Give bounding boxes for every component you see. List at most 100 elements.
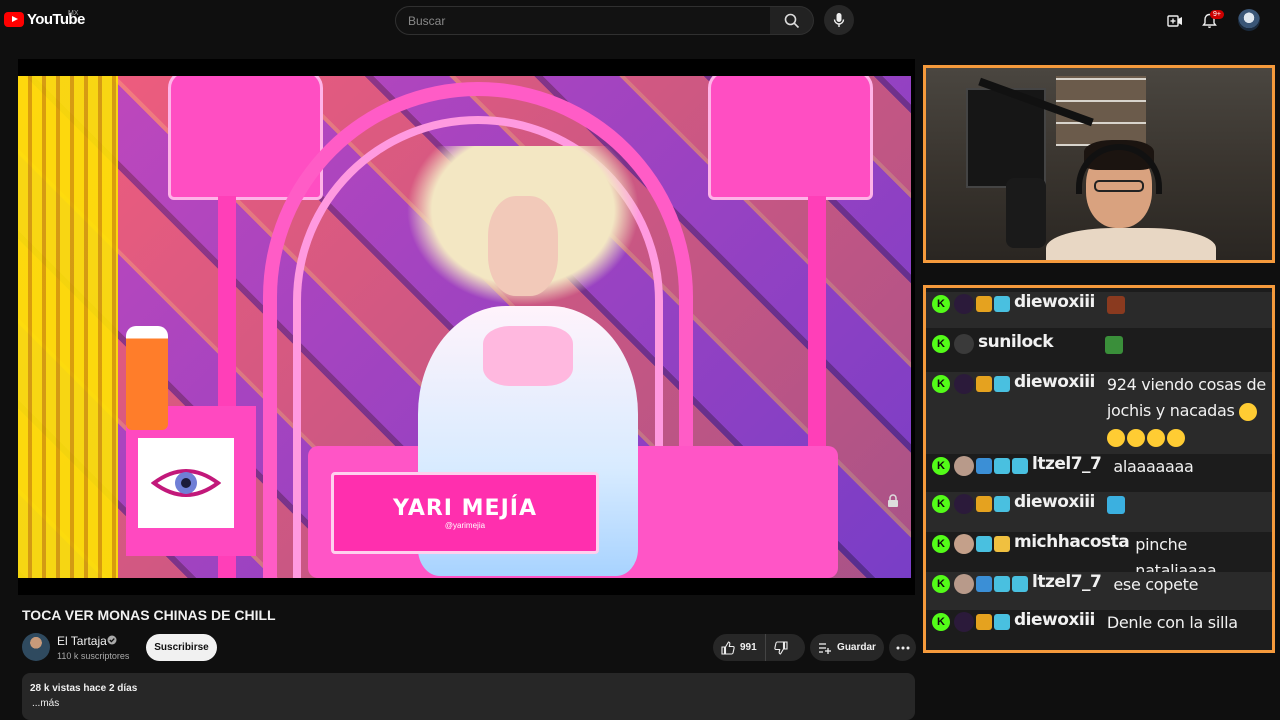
name-overlay: YARI MEJÍA @yarimejia (331, 472, 599, 554)
sub-badge-icon (1012, 576, 1028, 592)
mic-icon (833, 13, 845, 27)
tool-badge-icon (976, 576, 992, 592)
user-badge-icon (954, 456, 974, 476)
like-button[interactable]: 991 (713, 634, 766, 661)
host-bow (483, 326, 573, 386)
views-and-date: 28 k vistas hace 2 días (30, 683, 138, 694)
drink-bottle (126, 326, 168, 430)
host-face (488, 196, 558, 296)
notifications-badge: 9+ (1210, 10, 1224, 19)
emoji-icon (1106, 428, 1125, 447)
chat-message: K diewoxiii (926, 492, 1272, 532)
kick-badge-icon: K (932, 613, 950, 631)
search-input[interactable] (396, 7, 770, 34)
kick-badge-icon: K (932, 495, 950, 513)
user-badge-icon (954, 494, 974, 514)
emote-icon (1106, 296, 1125, 314)
chat-username: michhacosta (1014, 532, 1130, 552)
kick-badge-icon: K (932, 335, 950, 353)
kick-badge-icon: K (932, 535, 950, 553)
chat-text: 924 viendo cosas de jochis y nacadas (1106, 372, 1267, 450)
user-badge-icon (954, 294, 974, 314)
chat-text: ese copete (1113, 575, 1199, 594)
user-badge-icon (954, 612, 974, 632)
chat-message: K diewoxiii (926, 292, 1272, 328)
create-button[interactable] (1164, 10, 1186, 32)
user-badge-icon (954, 534, 974, 554)
channel-name[interactable]: El Tartaja (57, 634, 107, 648)
more-horizontal-icon (896, 646, 909, 649)
user-badge-icon (954, 574, 974, 594)
description-box[interactable]: 28 k vistas hace 2 días ...más (22, 673, 915, 720)
chat-message: K ltzel7_7 ese copete (926, 572, 1272, 610)
chat-text: alaaaaaaa (1113, 457, 1194, 476)
sub-badge-icon (994, 296, 1010, 312)
chat-message: K ltzel7_7 alaaaaaaa (926, 454, 1272, 492)
subscriber-count: 110 k suscriptores (57, 651, 130, 661)
chat-username: diewoxiii (1014, 610, 1095, 630)
sub-badge-icon (1012, 458, 1028, 474)
playlist-add-icon (819, 642, 832, 654)
show-more-link[interactable]: ...más (32, 698, 59, 709)
gift-badge-icon (976, 536, 992, 552)
search-button[interactable] (770, 6, 814, 35)
user-badge-icon (954, 374, 974, 394)
eye-icon (151, 469, 221, 497)
kick-badge-icon: K (932, 295, 950, 313)
save-label: Guardar (837, 642, 876, 653)
emoji-icon (1239, 402, 1258, 421)
top-bar: YouTube MX 9+ (0, 0, 1280, 40)
logo-country-code: MX (68, 10, 79, 17)
user-badge-icon (954, 334, 974, 354)
chat-username: ltzel7_7 (1032, 572, 1102, 592)
chat-overlay: K diewoxiii K sunilock K diewoxiii 924 v… (923, 285, 1275, 653)
chat-username: sunilock (978, 332, 1054, 352)
chat-username: ltzel7_7 (1032, 454, 1102, 474)
subscribe-button[interactable]: Suscribirse (146, 634, 217, 661)
microphone (1006, 178, 1046, 248)
chat-message: K sunilock (926, 332, 1272, 368)
chat-text: Denle con la silla (1106, 613, 1238, 632)
dislike-button[interactable] (766, 634, 796, 661)
thumbs-up-icon (721, 640, 735, 655)
chat-message: K michhacosta pinche nataliaaaa (926, 532, 1272, 580)
chat-message: K diewoxiii Denle con la silla (926, 610, 1272, 650)
emote-icon (1105, 336, 1124, 354)
emoji-icon (1126, 428, 1145, 447)
sub-badge-icon (994, 614, 1010, 630)
eye-panel (138, 438, 234, 528)
search-icon (784, 13, 799, 28)
like-dislike-group: 991 (713, 634, 805, 661)
tool-badge-icon (976, 458, 992, 474)
crown-badge-icon (976, 296, 992, 312)
chat-username: diewoxiii (1014, 292, 1095, 312)
streamer-shirt (1046, 228, 1216, 260)
pink-panel-right (708, 76, 873, 200)
thumbs-down-icon (773, 640, 788, 655)
sub-badge-icon (994, 376, 1010, 392)
streamer-webcam (923, 65, 1275, 263)
video-frame[interactable]: YARI MEJÍA @yarimejia (18, 76, 911, 578)
create-icon (1167, 15, 1182, 27)
lock-icon (888, 494, 898, 507)
verified-icon (107, 635, 117, 645)
crown-badge-icon (976, 376, 992, 392)
chat-username: diewoxiii (1014, 492, 1095, 512)
emoji-icon (1146, 428, 1165, 447)
more-actions-button[interactable] (889, 634, 916, 661)
yellow-rails (18, 76, 118, 578)
kick-badge-icon: K (932, 375, 950, 393)
crown-badge-icon (976, 614, 992, 630)
emote-icon (1106, 496, 1125, 514)
voice-search-button[interactable] (824, 5, 854, 35)
overlay-handle: @yarimejia (444, 521, 486, 530)
chat-message: K diewoxiii 924 viendo cosas de jochis y… (926, 372, 1272, 454)
channel-avatar[interactable] (22, 633, 50, 661)
youtube-play-icon (4, 12, 24, 27)
overlay-name: YARI MEJÍA (393, 496, 537, 521)
gift-badge-icon (994, 576, 1010, 592)
crown-badge-icon (994, 536, 1010, 552)
save-button[interactable]: Guardar (810, 634, 884, 661)
account-avatar[interactable] (1238, 9, 1260, 31)
sub-badge-icon (994, 496, 1010, 512)
